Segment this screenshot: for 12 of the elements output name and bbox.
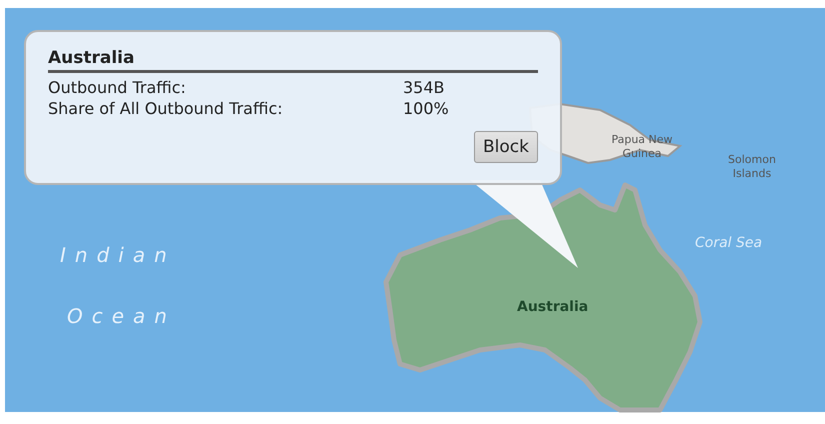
- map-label: Australia: [517, 299, 588, 315]
- map-label: Coral Sea: [695, 235, 762, 251]
- map-label: Ocean: [67, 304, 176, 328]
- map-label: Papua New Guinea: [610, 133, 674, 161]
- row-label: Share of All Outbound Traffic:: [48, 98, 284, 119]
- row-label: Outbound Traffic:: [48, 77, 187, 98]
- row-value: 100%: [403, 98, 450, 119]
- row-value: 354B: [403, 77, 446, 98]
- popup-title: Australia: [48, 48, 538, 73]
- map-label: Solomon Islands: [727, 153, 777, 181]
- block-button[interactable]: Block: [474, 131, 538, 163]
- map-label: Indian: [60, 243, 176, 267]
